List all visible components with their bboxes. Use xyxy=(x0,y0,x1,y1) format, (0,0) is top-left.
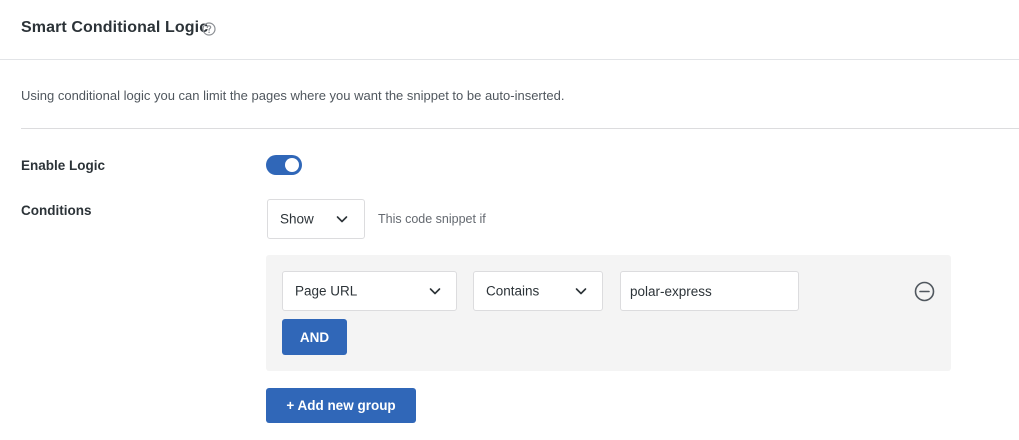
section-header: Smart Conditional Logic xyxy=(0,0,1019,60)
rule-operator-value: Contains xyxy=(486,283,540,299)
enable-logic-toggle[interactable] xyxy=(266,155,302,175)
section-title: Smart Conditional Logic xyxy=(21,19,209,36)
chevron-down-icon xyxy=(429,288,441,295)
add-new-group-button[interactable]: + Add new group xyxy=(266,388,416,423)
conditions-hint: This code snippet if xyxy=(378,212,486,226)
and-button[interactable]: AND xyxy=(282,319,347,355)
conditions-label: Conditions xyxy=(21,203,92,218)
enable-logic-label: Enable Logic xyxy=(21,158,106,173)
question-circle-icon[interactable] xyxy=(202,22,216,36)
rule-operator-select[interactable]: Contains xyxy=(473,271,603,311)
divider xyxy=(21,128,1019,129)
toggle-knob xyxy=(285,158,299,172)
minus-circle-icon[interactable] xyxy=(914,281,935,302)
rule-value-input[interactable]: polar-express xyxy=(620,271,799,311)
rule-field-value: Page URL xyxy=(295,283,358,299)
chevron-down-icon xyxy=(575,288,587,295)
show-hide-select-value: Show xyxy=(280,211,314,227)
show-hide-select[interactable]: Show xyxy=(267,199,365,239)
section-description: Using conditional logic you can limit th… xyxy=(21,88,565,103)
rule-field-select[interactable]: Page URL xyxy=(282,271,457,311)
chevron-down-icon xyxy=(336,216,348,223)
